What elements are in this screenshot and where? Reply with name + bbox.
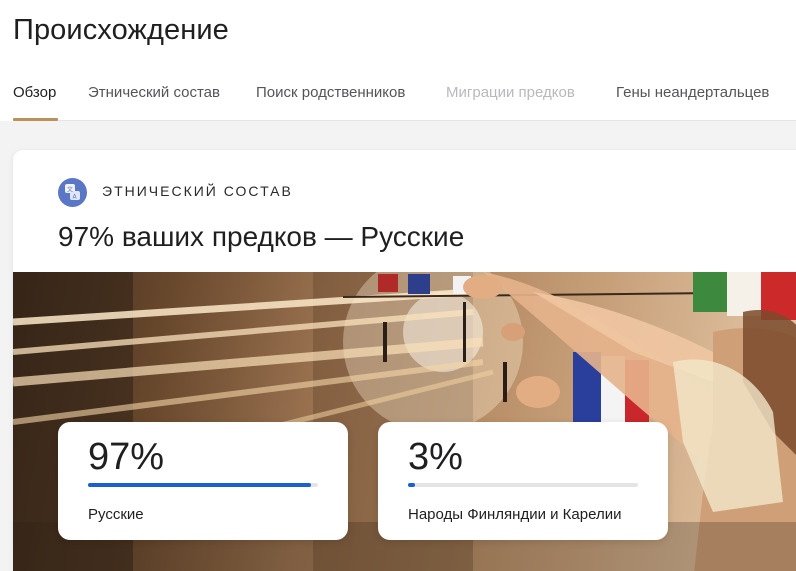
stat-label: Народы Финляндии и Карелии <box>408 506 622 523</box>
tab-relatives-search[interactable]: Поиск родственников <box>256 84 405 101</box>
ancestry-page: Происхождение Обзор Этнический состав По… <box>0 0 796 571</box>
stat-progress-fill <box>88 483 311 487</box>
tab-neanderthal-genes[interactable]: Гены неандертальцев <box>616 84 769 101</box>
page-title: Происхождение <box>13 14 229 46</box>
stat-card-russian[interactable]: 97% Русские <box>58 422 348 540</box>
tab-ancestor-migrations: Миграции предков <box>446 84 575 101</box>
translate-icon: 文 A <box>58 178 87 207</box>
stat-percent: 3% <box>408 436 463 478</box>
stat-progress-bar <box>408 483 638 487</box>
stat-percent: 97% <box>88 436 165 478</box>
ethnic-composition-card[interactable]: 文 A ЭТНИЧЕСКИЙ СОСТАВ 97% ваших предков … <box>13 150 796 571</box>
card-eyebrow: ЭТНИЧЕСКИЙ СОСТАВ <box>102 183 293 199</box>
stat-card-finland-karelia[interactable]: 3% Народы Финляндии и Карелии <box>378 422 668 540</box>
stat-label: Русские <box>88 506 144 523</box>
tab-bar: Обзор Этнический состав Поиск родственни… <box>13 80 796 121</box>
svg-text:文: 文 <box>67 186 73 194</box>
stat-progress-fill <box>408 483 415 487</box>
card-headline: 97% ваших предков — Русские <box>58 221 465 252</box>
tab-ethnic-composition[interactable]: Этнический состав <box>88 84 220 101</box>
tab-overview[interactable]: Обзор <box>13 84 56 101</box>
stat-progress-bar <box>88 483 318 487</box>
